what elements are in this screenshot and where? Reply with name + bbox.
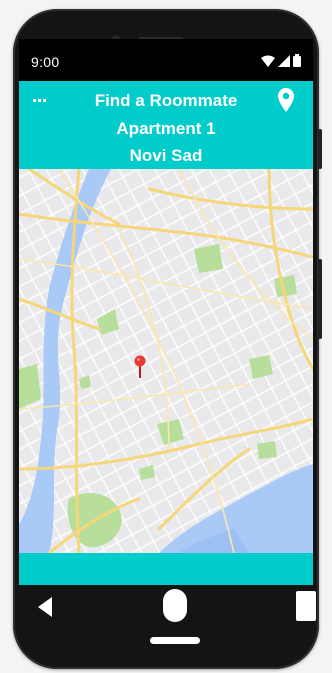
park (257, 441, 277, 459)
recents-icon[interactable] (296, 591, 316, 621)
status-bar: 9:00 (19, 39, 313, 81)
app-title: Find a Roommate (94, 91, 238, 110)
wifi-icon (261, 55, 275, 67)
system-nav-bar (13, 585, 319, 630)
map-canvas[interactable] (19, 167, 313, 555)
home-icon[interactable] (163, 589, 187, 622)
apartment-name: Apartment 1 (116, 119, 216, 138)
battery-icon (293, 54, 301, 67)
power-button (318, 129, 322, 169)
location-pin-icon[interactable] (277, 87, 295, 113)
volume-button (318, 259, 322, 339)
bottom-bar (19, 553, 313, 585)
status-icons (261, 54, 301, 67)
map-view[interactable] (19, 167, 313, 555)
park (194, 244, 223, 273)
more-horiz-icon[interactable] (29, 89, 51, 111)
app-bar: Find a Roommate Apartment 1 Novi Sad (19, 81, 313, 169)
gesture-bar (150, 637, 200, 644)
city-name: Novi Sad (129, 146, 203, 165)
status-time: 9:00 (31, 54, 60, 70)
screen: 9:00 Find a Roommate Apartment 1 Novi Sa… (19, 39, 313, 585)
signal-icon (278, 54, 290, 67)
back-icon[interactable] (38, 597, 52, 617)
